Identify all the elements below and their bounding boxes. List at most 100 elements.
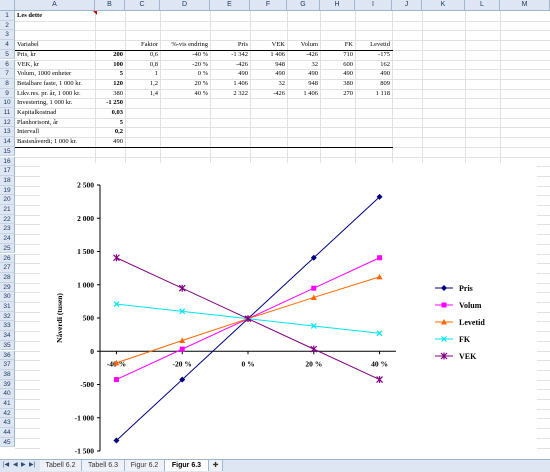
table-cell[interactable]: -20 % [162,60,208,70]
row-header-8[interactable]: 8 [0,78,15,89]
row-header-5[interactable]: 5 [0,49,15,60]
row-header-20[interactable]: 20 [0,195,15,205]
row-header-3[interactable]: 3 [0,30,15,41]
row-header-18[interactable]: 18 [0,175,15,186]
row-header-43[interactable]: 43 [0,418,15,429]
header-4[interactable]: VEK [252,40,285,50]
table-cell[interactable]: 20 % [162,79,208,89]
table-base-value[interactable]: 380 [97,89,123,99]
row-header-38[interactable]: 38 [0,369,15,380]
header-1[interactable]: Faktor [127,40,158,50]
row-header-36[interactable]: 36 [0,350,15,361]
row-header-44[interactable]: 44 [0,428,15,438]
legend-entry-volum[interactable]: Volum [459,301,482,310]
table-cell[interactable]: 1 406 [289,89,318,99]
row-header-30[interactable]: 30 [0,292,15,302]
row-header-25[interactable]: 25 [0,243,15,254]
row-header-15[interactable]: 15 [0,146,15,157]
row-header-42[interactable]: 42 [0,408,15,419]
column-header-d[interactable]: D [160,0,210,11]
table-cell[interactable]: 1 118 [357,89,390,99]
table-cell[interactable]: 162 [357,60,390,70]
row-header-13[interactable]: 13 [0,127,15,138]
row-header-35[interactable]: 35 [0,340,15,351]
row-header-7[interactable]: 7 [0,69,15,79]
row-header-37[interactable]: 37 [0,360,15,370]
row-header-12[interactable]: 12 [0,117,15,128]
table-cell[interactable]: 490 [357,69,390,79]
row-header-19[interactable]: 19 [0,185,15,196]
table-row-label[interactable]: Pris, kr [17,50,93,60]
column-header-b[interactable]: B [95,0,125,11]
table-cell[interactable]: 0,8 [127,60,158,70]
table-cell[interactable]: 1 406 [212,79,248,89]
column-header-i[interactable]: I [355,0,392,11]
table-cell[interactable]: 0 % [162,69,208,79]
table-cell[interactable]: 1 406 [252,50,285,60]
param-label[interactable]: Kapitalkostnad [17,108,93,118]
sensitivity-chart[interactable]: 2 500 2 000 1 500 1 000 500 0 -500 -1 000 -1 500… [40,163,537,459]
row-header-16[interactable]: 16 [0,156,15,167]
row-header-32[interactable]: 32 [0,311,15,322]
table-cell[interactable]: -426 [289,50,318,60]
param-value[interactable]: 490 [97,137,123,147]
column-header-j[interactable]: J [392,0,422,11]
param-label[interactable]: Planhorisont, år [17,118,93,128]
legend-entry-vek[interactable]: VEK [459,352,477,361]
table-cell[interactable]: -1 342 [212,50,248,60]
header-3[interactable]: Pris [212,40,248,50]
table-cell[interactable]: 270 [322,89,353,99]
row-header-41[interactable]: 41 [0,399,15,409]
row-header-29[interactable]: 29 [0,282,15,293]
cell-a1-title[interactable]: Les dette [17,11,93,21]
header-5[interactable]: Volum [289,40,318,50]
row-header-33[interactable]: 33 [0,321,15,332]
param-label[interactable]: Investering, 1 000 kr. [17,98,93,108]
table-row-label[interactable]: Volum, 1000 enheter [17,69,93,79]
table-cell[interactable]: -40 % [162,50,208,60]
column-header-l[interactable]: L [465,0,500,11]
column-header-e[interactable]: E [210,0,250,11]
column-header-g[interactable]: G [287,0,320,11]
table-cell[interactable]: 490 [322,69,353,79]
table-base-value[interactable]: 120 [97,79,123,89]
column-header-c[interactable]: C [125,0,160,11]
row-header-17[interactable]: 17 [0,166,15,176]
chart-area[interactable]: 2 500 2 000 1 500 1 000 500 0 -500 -1 000 -1 500… [40,163,537,459]
table-cell[interactable]: 32 [289,60,319,70]
first-sheet-icon[interactable]: |◀ [3,461,9,468]
prev-sheet-icon[interactable]: ◀ [13,461,18,468]
table-cell[interactable]: 809 [357,79,390,89]
table-cell[interactable]: 2 322 [212,89,248,99]
row-header-27[interactable]: 27 [0,263,15,273]
table-cell[interactable]: 490 [252,69,285,79]
row-header-22[interactable]: 22 [0,214,15,225]
table-base-value[interactable]: 5 [97,69,123,79]
legend-entry-levetid[interactable]: Levetid [459,318,485,327]
row-header-31[interactable]: 31 [0,302,15,312]
table-cell[interactable]: -175 [357,50,390,60]
table-cell[interactable]: 948 [289,79,318,89]
table-row-label[interactable]: Likv.res. pr. år, 1 000 kr. [17,89,93,99]
table-row-label[interactable]: VEK, kr [17,60,93,70]
row-header-23[interactable]: 23 [0,224,15,235]
table-cell[interactable]: 490 [212,69,248,79]
row-header-26[interactable]: 26 [0,253,15,264]
row-header-28[interactable]: 28 [0,272,15,283]
table-cell[interactable]: 1,2 [127,79,158,89]
table-row-label[interactable]: Betalbare faste, 1 000 kr. [17,79,93,89]
param-label[interactable]: Basisnåverdi; 1 000 kr. [17,137,93,147]
table-cell[interactable]: 490 [289,69,318,79]
row-header-40[interactable]: 40 [0,389,15,399]
param-value[interactable]: 0,2 [97,127,123,137]
last-sheet-icon[interactable]: ▶| [29,461,35,468]
row-header-10[interactable]: 10 [0,98,15,108]
table-cell[interactable]: 600 [322,60,353,70]
column-header-k[interactable]: K [422,0,465,11]
table-cell[interactable]: 32 [252,79,286,89]
tab-figur-6-2[interactable]: Figur 6.2 [125,460,165,471]
select-all-corner[interactable] [0,0,15,11]
next-sheet-icon[interactable]: ▶ [21,461,26,468]
column-header-a[interactable]: A [15,0,95,11]
row-header-34[interactable]: 34 [0,331,15,341]
